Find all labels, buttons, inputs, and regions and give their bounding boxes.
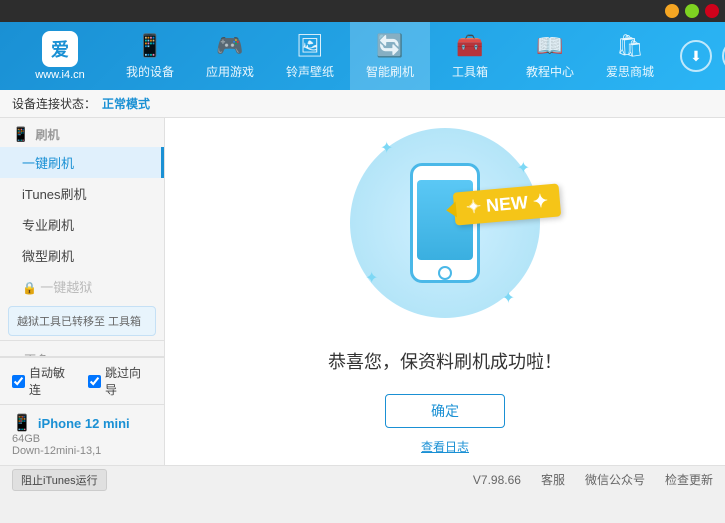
skip-wizard-checkbox[interactable] [88, 375, 101, 388]
nav-my-device[interactable]: 📱 我的设备 [110, 22, 190, 90]
nav-smart-flash-label: 智能刷机 [366, 63, 414, 80]
sidebar-notice: 越狱工具已转移至 工具箱 [8, 306, 156, 336]
apps-games-icon: 🎮 [216, 33, 243, 59]
status-label: 设备连接状态： [12, 95, 96, 112]
device-icon: 📱 [12, 413, 32, 433]
skip-wizard-label: 跳过向导 [105, 364, 152, 398]
status-bar: 设备连接状态： 正常模式 [0, 90, 725, 118]
phone-bg-circle: ✦ NEW ✦ ✦ ✦ ✦ ✦ [350, 128, 540, 318]
toolbox-icon: 🧰 [456, 33, 483, 59]
nav-my-device-label: 我的设备 [126, 63, 174, 80]
device-model: Down-12mini-13,1 [12, 445, 152, 457]
sidebar-divider [0, 340, 164, 341]
sparkle-1-icon: ✦ [380, 138, 393, 158]
minimize-button[interactable] [665, 4, 679, 18]
nav-mall[interactable]: 🛍 爱思商城 [590, 22, 670, 90]
nav-apps-games-label: 应用游戏 [206, 63, 254, 80]
log-link[interactable]: 查看日志 [421, 438, 469, 455]
sidebar-item-fix-flash[interactable]: 微型刷机 [0, 240, 164, 271]
check-update-link[interactable]: 检查更新 [665, 471, 713, 488]
sidebar-notice-text: 越狱工具已转移至 工具箱 [17, 316, 141, 328]
sidebar-flash-header: 📱 刷机 [0, 118, 164, 147]
title-bar [0, 0, 725, 22]
tutorial-icon: 📖 [536, 33, 563, 59]
device-section: 📱 iPhone 12 mini 64GB Down-12mini-13,1 [0, 404, 164, 465]
auto-connect-label: 自动敏连 [29, 364, 76, 398]
sparkle-2-icon: ✦ [517, 158, 530, 178]
sidebar-item-one-key-flash[interactable]: 一键刷机 [0, 147, 164, 178]
phone-home-button [438, 266, 452, 280]
device-storage: 64GB [12, 433, 152, 445]
auto-connect-checkbox[interactable] [12, 375, 25, 388]
logo-area[interactable]: 爱 www.i4.cn [10, 31, 110, 81]
version-text: V7.98.66 [473, 473, 521, 487]
content-area: ✦ NEW ✦ ✦ ✦ ✦ ✦ 恭喜您，保资料刷机成功啦！ 确定 查看日志 [165, 118, 725, 465]
close-button[interactable] [705, 4, 719, 18]
smart-flash-icon: 🔄 [376, 33, 403, 59]
left-panel: 📱 刷机 一键刷机 iTunes刷机 专业刷机 微型刷机 🔒 一键越狱 越狱工具… [0, 118, 165, 465]
phone-illustration: ✦ NEW ✦ ✦ ✦ ✦ ✦ [345, 128, 545, 328]
confirm-button[interactable]: 确定 [385, 394, 505, 428]
success-message: 恭喜您，保资料刷机成功啦！ [328, 348, 562, 374]
pro-flash-label: 专业刷机 [22, 218, 74, 233]
nav-mall-label: 爱思商城 [606, 63, 654, 80]
sidebar-item-pro-flash[interactable]: 专业刷机 [0, 209, 164, 240]
sidebar-item-jailbreak-disabled: 🔒 一键越狱 [0, 271, 164, 302]
wallpaper-icon: 🖼 [296, 33, 324, 59]
nav-toolbox[interactable]: 🧰 工具箱 [430, 22, 510, 90]
bottom-right: V7.98.66 客服 微信公众号 检查更新 [473, 471, 713, 488]
one-key-flash-label: 一键刷机 [22, 156, 74, 171]
nav-toolbox-label: 工具箱 [452, 63, 488, 80]
skip-wizard-checkbox-item[interactable]: 跳过向导 [88, 364, 152, 398]
download-button[interactable]: ⬇ [680, 40, 712, 72]
jailbreak-label: 一键越狱 [40, 280, 92, 295]
sidebar-more-header: ≡ 更多 [0, 345, 164, 356]
left-panel-bottom: 自动敏连 跳过向导 📱 iPhone 12 mini 64GB Down-12m… [0, 356, 164, 465]
nav-tutorial[interactable]: 📖 教程中心 [510, 22, 590, 90]
my-device-icon: 📱 [136, 33, 163, 59]
status-value: 正常模式 [102, 95, 150, 112]
sparkle-3-icon: ✦ [365, 268, 378, 288]
checkbox-row: 自动敏连 跳过向导 [0, 357, 164, 404]
device-name: iPhone 12 mini [38, 416, 130, 431]
customer-service-link[interactable]: 客服 [541, 471, 565, 488]
itunes-stop-button[interactable]: 阻止iTunes运行 [12, 469, 107, 491]
itunes-flash-label: iTunes刷机 [22, 187, 87, 202]
nav-right-buttons: ⬇ 👤 [680, 40, 725, 72]
maximize-button[interactable] [685, 4, 699, 18]
flash-section-icon: 📱 [12, 126, 29, 143]
nav-smart-flash[interactable]: 🔄 智能刷机 [350, 22, 430, 90]
logo-icon: 爱 [42, 31, 78, 67]
nav-items: 📱 我的设备 🎮 应用游戏 🖼 铃声壁纸 🔄 智能刷机 🧰 工具箱 📖 教程中心… [110, 22, 670, 90]
sparkle-4-icon: ✦ [502, 288, 515, 308]
auto-connect-checkbox-item[interactable]: 自动敏连 [12, 364, 76, 398]
nav-wallpaper[interactable]: 🖼 铃声壁纸 [270, 22, 350, 90]
itunes-row: 阻止iTunes运行 V7.98.66 客服 微信公众号 检查更新 [0, 465, 725, 493]
nav-tutorial-label: 教程中心 [526, 63, 574, 80]
sidebar-top: 📱 刷机 一键刷机 iTunes刷机 专业刷机 微型刷机 🔒 一键越狱 越狱工具… [0, 118, 164, 356]
header: 爱 www.i4.cn 📱 我的设备 🎮 应用游戏 🖼 铃声壁纸 🔄 智能刷机 … [0, 22, 725, 90]
logo-url: www.i4.cn [35, 69, 85, 81]
fix-flash-label: 微型刷机 [22, 249, 74, 264]
wechat-link[interactable]: 微信公众号 [585, 471, 645, 488]
mall-icon: 🛍 [616, 33, 644, 59]
nav-wallpaper-label: 铃声壁纸 [286, 63, 334, 80]
logo-text-icon: 爱 [51, 36, 69, 62]
nav-apps-games[interactable]: 🎮 应用游戏 [190, 22, 270, 90]
sidebar-item-itunes-flash[interactable]: iTunes刷机 [0, 178, 164, 209]
flash-section-label: 刷机 [35, 126, 59, 143]
